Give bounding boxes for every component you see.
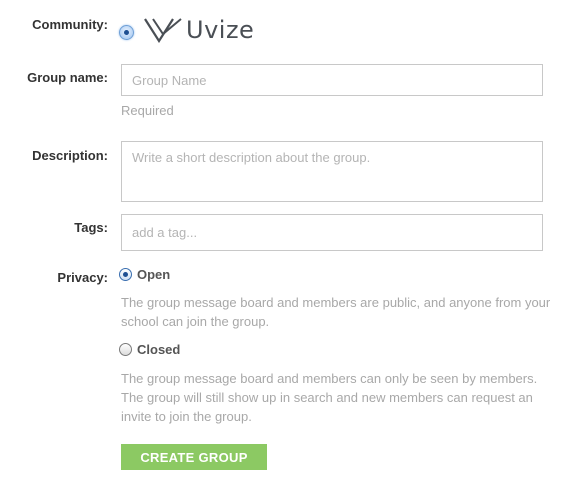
tags-input[interactable] bbox=[121, 214, 543, 251]
tags-label: Tags: bbox=[74, 220, 108, 235]
privacy-open-description: The group message board and members are … bbox=[121, 295, 551, 329]
community-radio-uvize[interactable] bbox=[119, 25, 134, 40]
community-name: Uvize bbox=[186, 16, 255, 44]
uvize-logo: Uvize bbox=[144, 16, 254, 44]
group-name-label: Group name: bbox=[27, 70, 108, 85]
group-name-input[interactable] bbox=[121, 64, 543, 96]
group-name-required-hint: Required bbox=[121, 103, 174, 118]
privacy-open-radio[interactable] bbox=[119, 268, 132, 281]
description-textarea[interactable] bbox=[121, 141, 543, 202]
privacy-option-open[interactable]: Open bbox=[119, 267, 170, 282]
privacy-open-label[interactable]: Open bbox=[137, 267, 170, 282]
community-label: Community: bbox=[32, 17, 108, 32]
create-group-button[interactable]: CREATE GROUP bbox=[121, 444, 267, 470]
privacy-closed-description: The group message board and members can … bbox=[121, 371, 538, 424]
privacy-closed-radio[interactable] bbox=[119, 343, 132, 356]
privacy-closed-label[interactable]: Closed bbox=[137, 342, 180, 357]
uvize-chevron-logo-icon bbox=[144, 18, 182, 43]
privacy-label: Privacy: bbox=[57, 270, 108, 285]
description-label: Description: bbox=[32, 148, 108, 163]
privacy-option-closed[interactable]: Closed bbox=[119, 342, 180, 357]
